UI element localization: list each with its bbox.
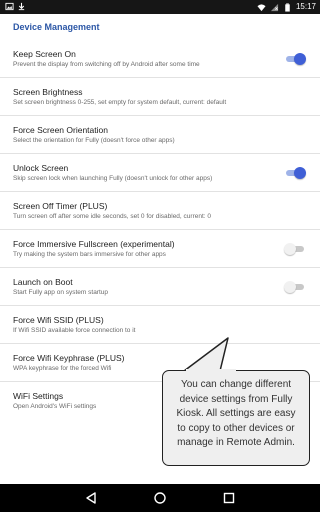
pref-summary: WPA keyphrase for the forced Wifi bbox=[13, 365, 112, 372]
pref-keep-screen-on[interactable]: Keep Screen On Prevent the display from … bbox=[0, 40, 320, 78]
pref-summary: Prevent the display from switching off b… bbox=[13, 61, 200, 68]
pref-force-immersive-fullscreen[interactable]: Force Immersive Fullscreen (experimental… bbox=[0, 230, 320, 268]
image-icon bbox=[5, 2, 14, 11]
clock-time: 15:17 bbox=[295, 2, 316, 11]
pref-title: Force Immersive Fullscreen (experimental… bbox=[13, 239, 175, 249]
pref-title: Unlock Screen bbox=[13, 163, 69, 173]
wifi-icon bbox=[257, 3, 266, 11]
status-bar: 15:17 bbox=[0, 0, 320, 14]
back-icon[interactable] bbox=[84, 491, 98, 505]
pref-summary: If Wifi SSID available force connection … bbox=[13, 327, 136, 334]
pref-summary: Skip screen lock when launching Fully (d… bbox=[13, 175, 213, 182]
pref-title: WiFi Settings bbox=[13, 391, 64, 401]
pref-summary: Select the orientation for Fully (doesn'… bbox=[13, 137, 175, 144]
pref-title: Screen Brightness bbox=[13, 87, 83, 97]
unlock-screen-switch[interactable] bbox=[284, 167, 306, 179]
info-tooltip: You can change different device settings… bbox=[162, 370, 310, 466]
pref-summary: Try making the system bars immersive for… bbox=[13, 251, 166, 258]
navigation-bar bbox=[0, 484, 320, 512]
pref-summary: Start Fully app on system startup bbox=[13, 289, 109, 296]
download-icon bbox=[18, 2, 25, 11]
force-immersive-fullscreen-switch[interactable] bbox=[284, 243, 306, 255]
pref-summary: Open Android's WiFi settings bbox=[13, 403, 97, 410]
pref-launch-on-boot[interactable]: Launch on Boot Start Fully app on system… bbox=[0, 268, 320, 306]
section-title: Device Management bbox=[13, 22, 100, 32]
pref-unlock-screen[interactable]: Unlock Screen Skip screen lock when laun… bbox=[0, 154, 320, 192]
battery-icon bbox=[285, 2, 290, 12]
tooltip-text: You can change different device settings… bbox=[176, 379, 296, 448]
keep-screen-on-switch[interactable] bbox=[284, 53, 306, 65]
pref-title: Launch on Boot bbox=[13, 277, 73, 287]
pref-summary: Set screen brightness 0-255, set empty f… bbox=[13, 99, 227, 106]
pref-title: Force Wifi SSID (PLUS) bbox=[13, 315, 104, 325]
pref-title: Force Screen Orientation bbox=[13, 125, 108, 135]
pref-title: Keep Screen On bbox=[13, 49, 76, 59]
home-icon[interactable] bbox=[153, 491, 167, 505]
pref-title: Force Wifi Keyphrase (PLUS) bbox=[13, 353, 125, 363]
recents-icon[interactable] bbox=[222, 491, 236, 505]
pref-summary: Turn screen off after some idle seconds,… bbox=[13, 213, 211, 220]
pref-title: Screen Off Timer (PLUS) bbox=[13, 201, 108, 211]
pref-force-screen-orientation[interactable]: Force Screen Orientation Select the orie… bbox=[0, 116, 320, 154]
no-sim-icon bbox=[270, 3, 279, 11]
pref-screen-off-timer[interactable]: Screen Off Timer (PLUS) Turn screen off … bbox=[0, 192, 320, 230]
pref-force-wifi-ssid[interactable]: Force Wifi SSID (PLUS) If Wifi SSID avai… bbox=[0, 306, 320, 344]
launch-on-boot-switch[interactable] bbox=[284, 281, 306, 293]
tooltip-tail bbox=[183, 337, 229, 372]
pref-screen-brightness[interactable]: Screen Brightness Set screen brightness … bbox=[0, 78, 320, 116]
tooltip-seam bbox=[186, 369, 236, 373]
